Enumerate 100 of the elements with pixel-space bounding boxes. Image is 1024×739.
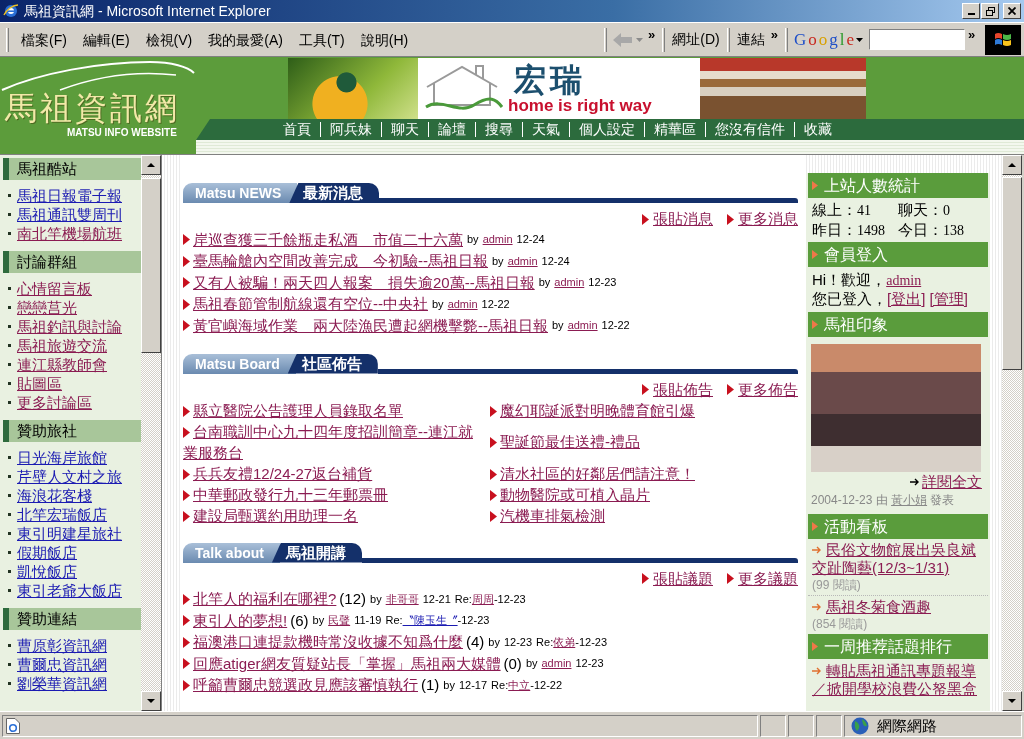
read-more-link[interactable]: 詳閱全文	[922, 472, 982, 491]
nav-link[interactable]: 您沒有信件	[705, 122, 794, 137]
close-button[interactable]	[1003, 3, 1021, 19]
menu-item[interactable]: 檢視(V)	[137, 28, 201, 51]
action-link[interactable]: 張貼消息	[653, 210, 713, 228]
notice-link[interactable]: 建設局甄選約用助理一名	[183, 504, 485, 526]
address-label[interactable]: 網址(D)	[669, 31, 723, 48]
nav-link[interactable]: 天氣	[522, 122, 569, 137]
notice-link[interactable]: 動物醫院或可植入晶片	[490, 483, 798, 505]
search-field[interactable]	[868, 29, 965, 50]
sidebar-link[interactable]: 戀戀莒光	[17, 299, 77, 316]
author-link[interactable]: admin	[554, 276, 585, 290]
sidebar-link[interactable]: 南北竿機場航班	[17, 225, 122, 242]
nav-link[interactable]: 阿兵妹	[320, 122, 381, 137]
nav-link[interactable]: 精華區	[644, 122, 705, 137]
topic-link[interactable]: 東引人的夢想!	[193, 611, 288, 630]
menu-item[interactable]: 說明(H)	[352, 28, 417, 51]
search-engine-button[interactable]: Google	[791, 29, 865, 50]
news-link[interactable]: 岸巡查獲三千餘瓶走私酒 市值二十六萬	[193, 230, 463, 249]
author-link[interactable]: admin	[507, 254, 538, 268]
sidebar-link[interactable]: 東引明建星旅社	[17, 525, 122, 542]
news-link[interactable]: 又有人被騙！兩天四人報案 損失逾20萬--馬祖日報	[193, 273, 535, 292]
scroll-up-button[interactable]	[1002, 155, 1022, 175]
reply-author-link[interactable]: 周周	[471, 592, 494, 606]
event-link[interactable]: 民俗文物館展出吳良斌交趾陶藝(12/3~1/31)	[812, 541, 984, 577]
scroll-down-button[interactable]	[141, 691, 161, 711]
sidebar-link[interactable]: 貼圖區	[17, 375, 62, 392]
scroll-up-button[interactable]	[141, 155, 161, 175]
sidebar-link[interactable]: 更多討論區	[17, 394, 92, 411]
author-link[interactable]: admin	[447, 297, 478, 311]
account-link[interactable]: [登出]	[887, 290, 926, 307]
scrollbar-thumb[interactable]	[1002, 177, 1022, 370]
chevron-button[interactable]: »	[645, 27, 659, 43]
scroll-down-button[interactable]	[1002, 691, 1022, 711]
nav-link[interactable]: 個人設定	[569, 122, 644, 137]
nav-link[interactable]: 聊天	[381, 122, 428, 137]
author-link[interactable]: 民聲	[328, 614, 351, 628]
sidebar-link[interactable]: 凱悅飯店	[17, 563, 77, 580]
sidebar-link[interactable]: 連江縣教師會	[17, 356, 107, 373]
sidebar-link[interactable]: 馬祖通訊雙周刊	[17, 206, 122, 223]
action-link[interactable]: 更多消息	[738, 210, 798, 228]
links-button[interactable]: 連結	[733, 31, 768, 48]
topic-link[interactable]: 回應atiger網友質疑站長「掌握」馬祖兩大媒體	[193, 654, 501, 673]
event-link[interactable]: 馬祖冬菊食酒趣	[812, 598, 984, 616]
sidebar-link[interactable]: 曹爾忠資訊網	[17, 656, 107, 673]
notice-link[interactable]: 中華郵政發行九十三年郵票冊	[183, 483, 485, 505]
action-link[interactable]: 張貼佈告	[653, 380, 713, 399]
action-link[interactable]: 更多佈告	[738, 380, 798, 399]
author-link[interactable]: 非哥哥	[385, 592, 419, 606]
notice-link[interactable]: 聖誕節最佳送禮-禮品	[490, 431, 798, 452]
nav-link[interactable]: 首頁	[274, 122, 320, 137]
topic-link[interactable]: 呼籲曹爾忠競選政見應該審慎執行	[193, 676, 418, 695]
nav-link[interactable]: 搜尋	[475, 122, 522, 137]
topic-link[interactable]: 福澳港口連提款機時常沒收據不知爲什麼	[193, 633, 463, 652]
notice-link[interactable]: 清水社區的好鄰居們請注意！	[490, 462, 798, 484]
sidebar-link[interactable]: 海浪花客棧	[17, 487, 92, 504]
sidebar-link[interactable]: 馬祖旅遊交流	[17, 337, 107, 354]
topic-link[interactable]: 北竿人的福利在哪裡?	[193, 590, 337, 609]
sidebar-link[interactable]: 曹原彰資訊網	[17, 637, 107, 654]
sidebar-link[interactable]: 假期飯店	[17, 544, 77, 561]
reply-author-link[interactable]: 依弟	[553, 635, 576, 649]
action-link[interactable]: 更多議題	[738, 569, 798, 588]
restore-button[interactable]	[981, 3, 999, 19]
action-link[interactable]: 張貼議題	[653, 569, 713, 588]
minimize-button[interactable]	[962, 3, 980, 19]
sidebar-link[interactable]: 馬祖釣訊與討論	[17, 318, 122, 335]
ad-banner[interactable]: 宏瑞 home is right way	[418, 58, 700, 119]
topic-link[interactable]: 轉貼馬祖通訊專題報導／掀開學校浪費公帑黑盒	[812, 662, 984, 698]
menu-item[interactable]: 我的最愛(A)	[200, 28, 291, 51]
sidebar-link[interactable]: 日光海岸旅館	[17, 449, 107, 466]
notice-link[interactable]: 汽機車排氣檢測	[490, 504, 798, 526]
reply-author-link[interactable]: 〝陳玉生〞	[402, 614, 458, 628]
notice-link[interactable]: 台南職訓中心九十四年度招訓簡章--連江就業服務台	[183, 420, 485, 463]
reply-author-link[interactable]: 中立	[508, 678, 531, 692]
menu-item[interactable]: 工具(T)	[290, 28, 353, 51]
menu-item[interactable]: 編輯(E)	[74, 28, 138, 51]
username-link[interactable]: admin	[886, 273, 922, 288]
scrollbar-thumb[interactable]	[141, 178, 161, 353]
notice-link[interactable]: 魔幻耶誕派對明晚體育館引爆	[490, 399, 798, 421]
sidebar-link[interactable]: 劉榮華資訊網	[17, 675, 107, 692]
sidebar-link[interactable]: 芹壁人文村之旅	[17, 468, 122, 485]
news-link[interactable]: 臺馬輪艙內空間改善完成 今初驗--馬祖日報	[193, 252, 488, 271]
author-link[interactable]: admin	[482, 233, 513, 247]
author-link[interactable]: admin	[541, 657, 572, 671]
nav-link[interactable]: 論壇	[428, 122, 475, 137]
sidebar-link[interactable]: 馬祖日報電子報	[17, 187, 122, 204]
sidebar-link[interactable]: 北竿宏瑞飯店	[17, 506, 107, 523]
chevron-button[interactable]: »	[964, 27, 979, 43]
news-link[interactable]: 黃官嶼海域作業 兩大陸漁民遭起網機擊斃--馬祖日報	[193, 316, 548, 335]
news-link[interactable]: 馬祖春節管制航線還有空位--中央社	[193, 295, 428, 314]
account-link[interactable]: [管理]	[929, 290, 968, 307]
triangle-bullet-icon	[183, 277, 190, 289]
notice-link[interactable]: 縣立醫院公告護理人員錄取名單	[183, 399, 485, 421]
notice-link[interactable]: 兵兵友禮12/24-27返台補貨	[183, 462, 485, 484]
author-link[interactable]: admin	[567, 319, 598, 333]
menu-item[interactable]: 檔案(F)	[13, 28, 75, 51]
chevron-button[interactable]: »	[767, 27, 781, 43]
sidebar-link[interactable]: 東引老爺大飯店	[17, 582, 122, 599]
sidebar-link[interactable]: 心情留言板	[17, 280, 92, 297]
nav-link[interactable]: 收藏	[794, 122, 841, 137]
